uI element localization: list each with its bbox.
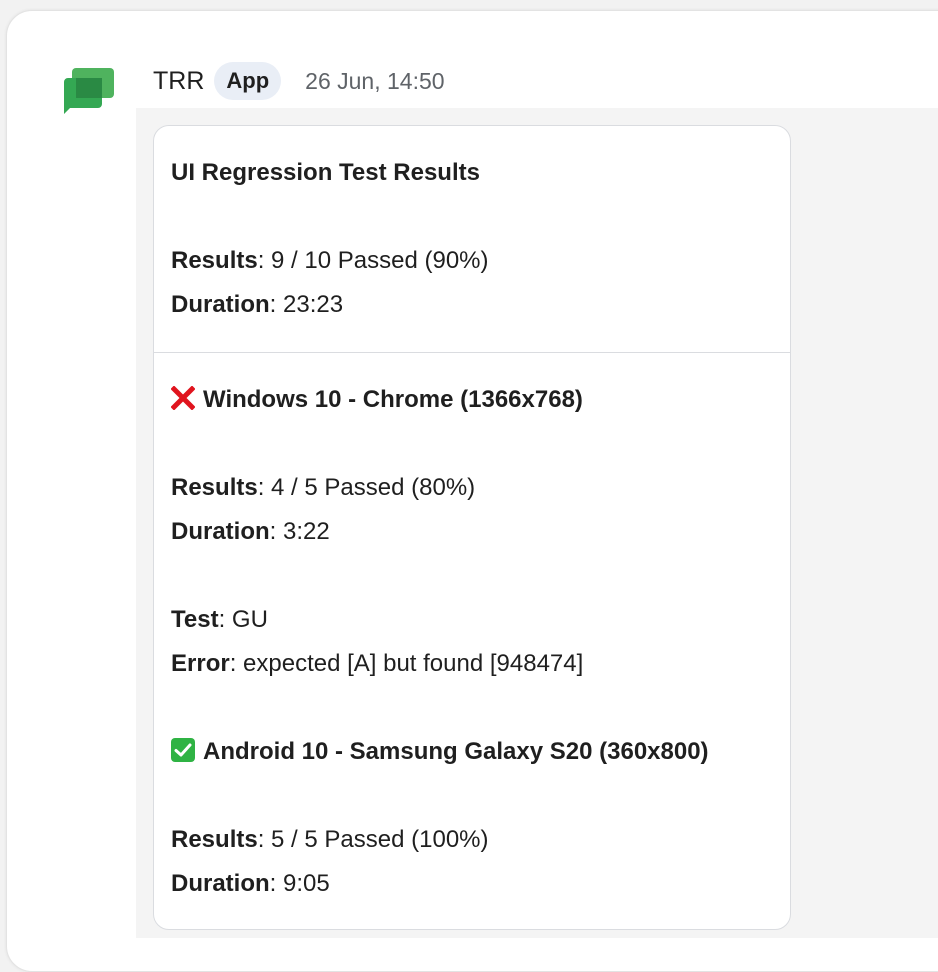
- results-label: Results: [171, 826, 258, 853]
- message-header: TRR App 26 Jun, 14:50: [153, 62, 445, 100]
- test-label: Test: [171, 606, 219, 633]
- section-divider: [154, 352, 790, 353]
- platform-results: Results: 4 / 5 Passed (80%): [171, 473, 475, 503]
- test-results-card: UI Regression Test Results Results: 9 / …: [153, 125, 791, 930]
- duration-label: Duration: [171, 291, 270, 318]
- app-badge: App: [214, 62, 282, 100]
- results-label: Results: [171, 247, 258, 274]
- results-label: Results: [171, 474, 258, 501]
- platform-heading-windows: Windows 10 - Chrome (1366x768): [170, 385, 583, 415]
- duration-value: : 3:22: [269, 518, 330, 545]
- test-error: Error: expected [A] but found [948474]: [171, 649, 583, 679]
- check-mark-icon: [171, 738, 195, 762]
- platform-results: Results: 5 / 5 Passed (100%): [171, 825, 489, 855]
- platform-duration: Duration: 3:22: [171, 517, 330, 547]
- google-chat-app-icon[interactable]: [60, 64, 116, 120]
- platform-name: Android 10 - Samsung Galaxy S20 (360x800…: [203, 738, 709, 765]
- results-value: : 4 / 5 Passed (80%): [257, 474, 476, 501]
- duration-label: Duration: [171, 870, 270, 897]
- failed-test: Test: GU: [171, 605, 268, 635]
- error-value: : expected [A] but found [948474]: [229, 650, 584, 677]
- platform-heading-android: Android 10 - Samsung Galaxy S20 (360x800…: [171, 737, 709, 767]
- cross-mark-icon: [170, 385, 196, 411]
- duration-value: : 23:23: [269, 291, 344, 318]
- duration-label: Duration: [171, 518, 270, 545]
- summary-results: Results: 9 / 10 Passed (90%): [171, 246, 489, 276]
- platform-name: Windows 10 - Chrome (1366x768): [203, 386, 583, 413]
- summary-section: UI Regression Test Results Results: 9 / …: [154, 126, 790, 352]
- duration-value: : 9:05: [269, 870, 330, 897]
- error-label: Error: [171, 650, 230, 677]
- results-value: : 5 / 5 Passed (100%): [257, 826, 489, 853]
- sender-name[interactable]: TRR: [153, 67, 204, 96]
- card-title: UI Regression Test Results: [171, 159, 480, 186]
- message-timestamp: 26 Jun, 14:50: [305, 67, 445, 94]
- results-value: : 9 / 10 Passed (90%): [257, 247, 489, 274]
- summary-duration: Duration: 23:23: [171, 290, 343, 320]
- test-value: : GU: [218, 606, 268, 633]
- platform-duration: Duration: 9:05: [171, 869, 330, 899]
